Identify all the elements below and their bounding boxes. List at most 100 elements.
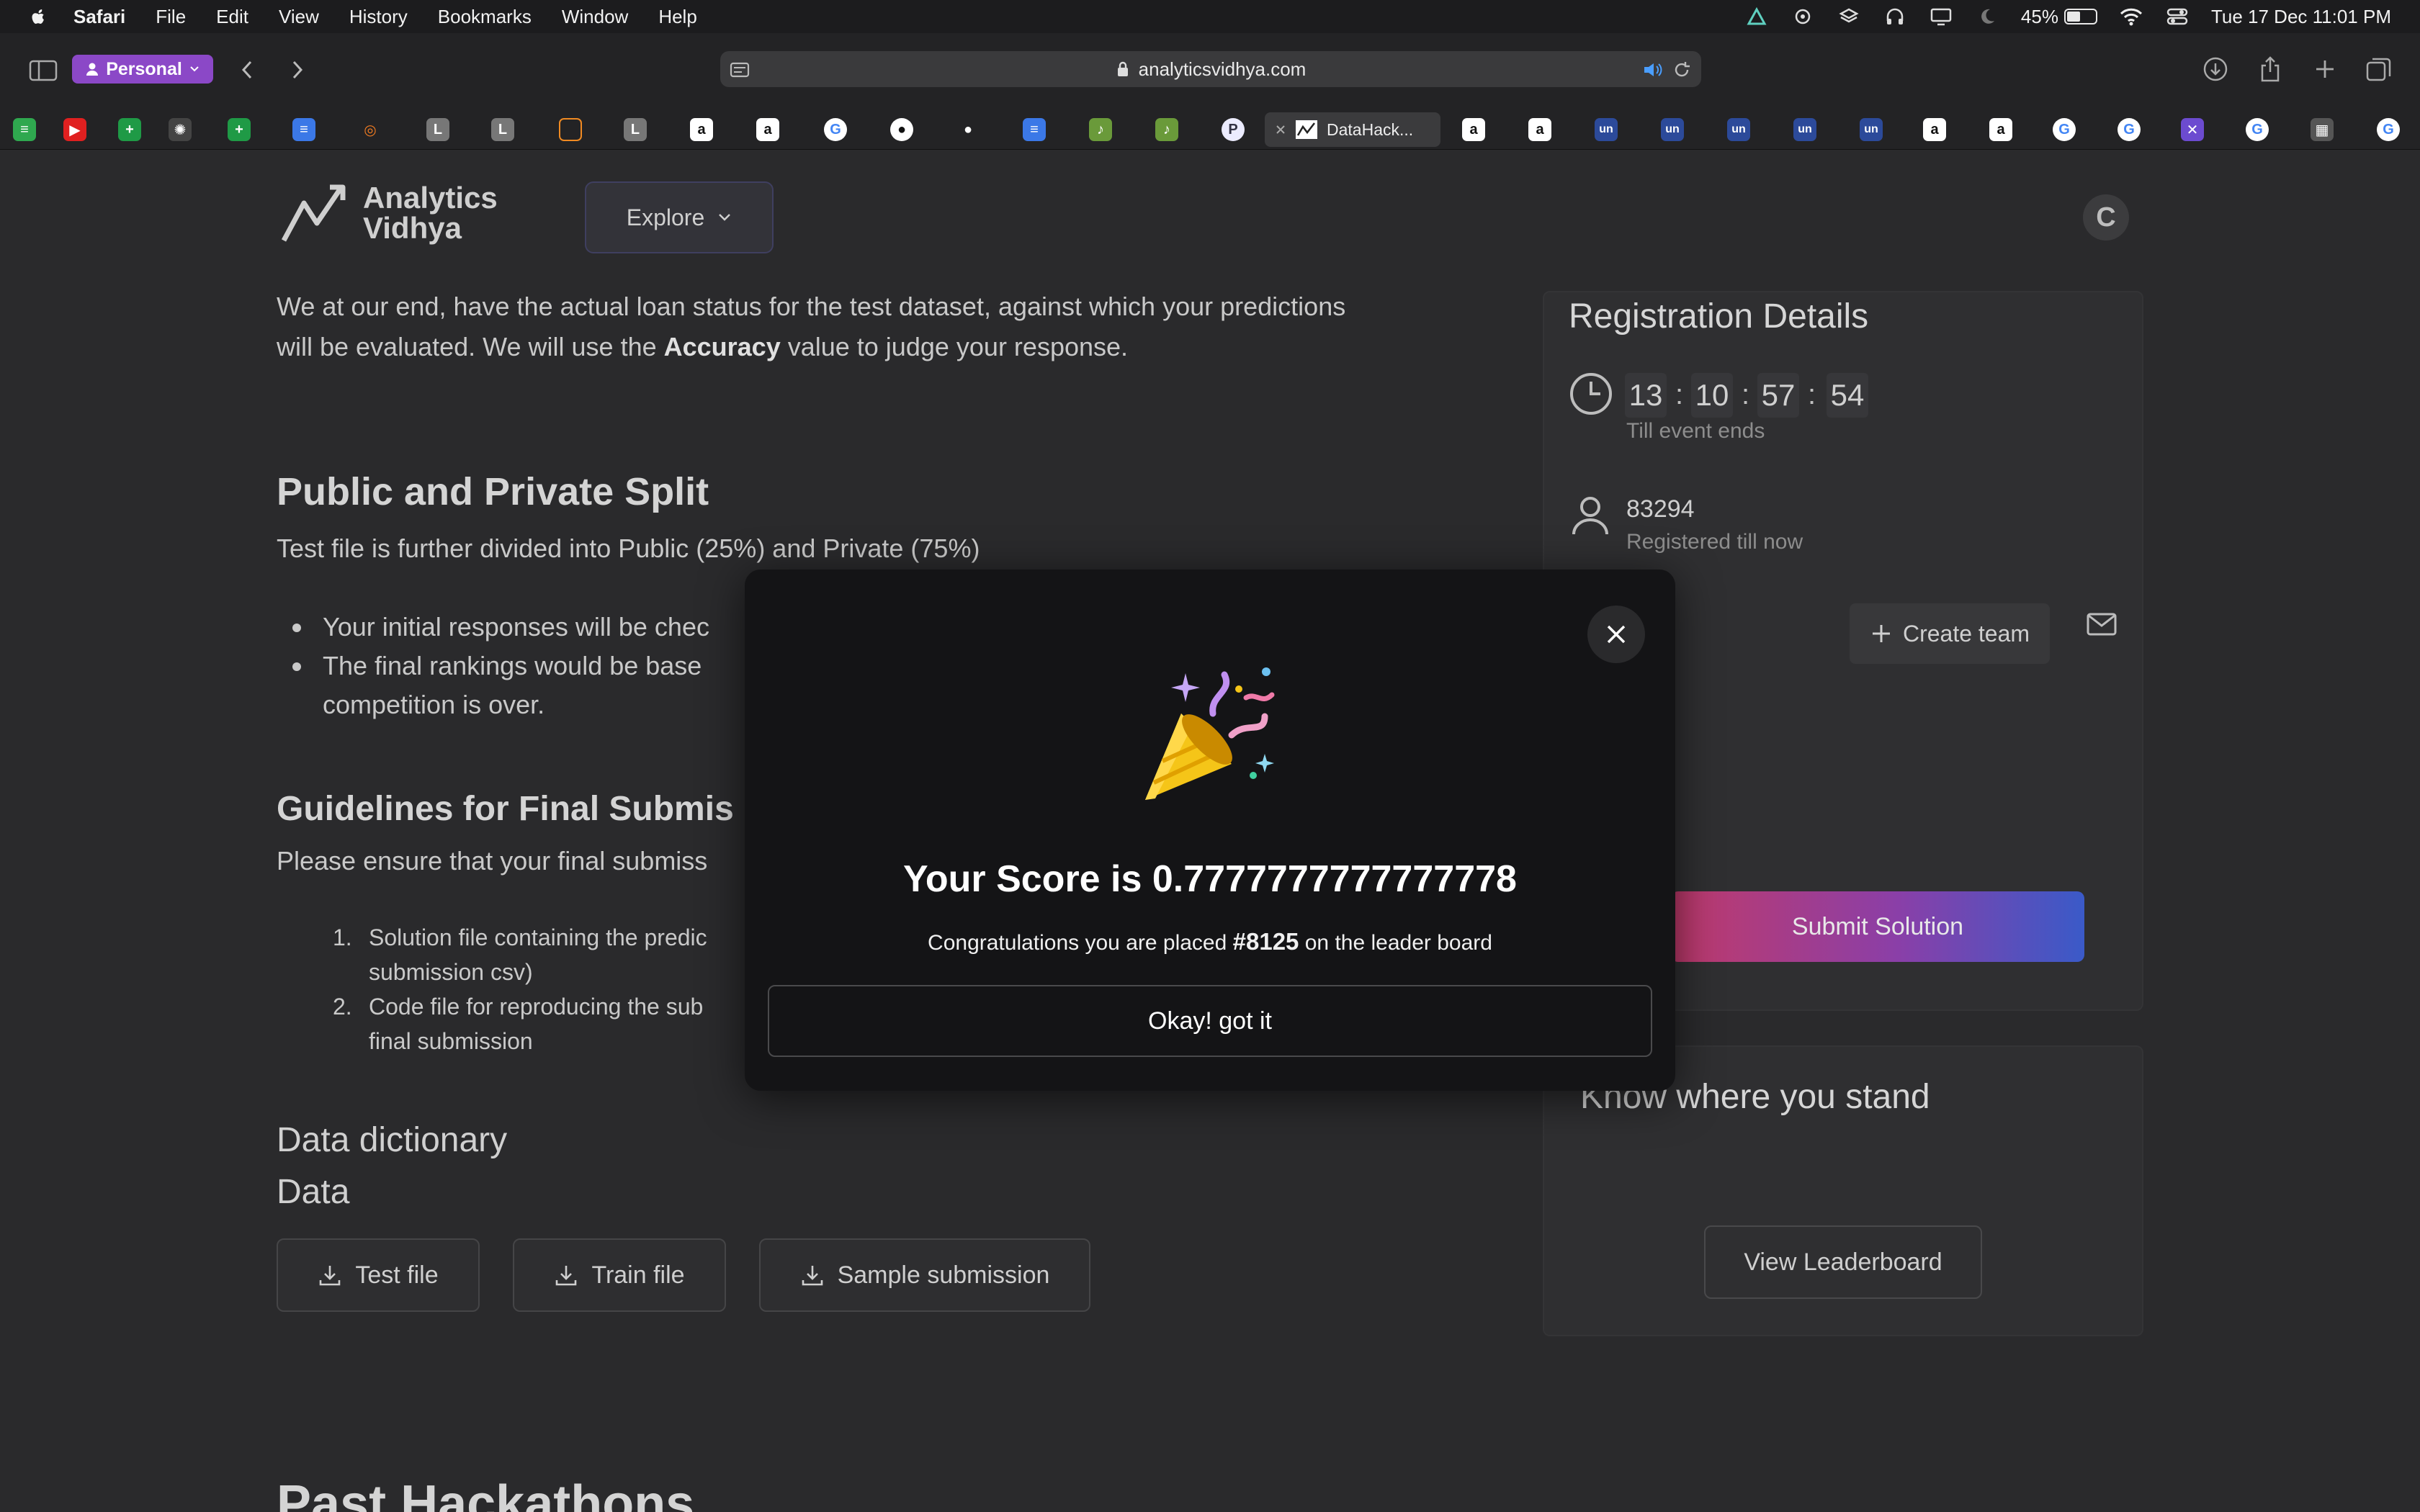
sample-submission-download-button[interactable]: Sample submission (759, 1238, 1090, 1312)
p-tab-icon[interactable]: P (1222, 118, 1245, 141)
reload-icon[interactable] (1672, 60, 1691, 79)
share-icon[interactable] (2257, 55, 2283, 84)
explore-dropdown[interactable]: Explore (585, 181, 774, 253)
new-tab-icon[interactable] (2312, 56, 2338, 82)
congrats-suffix: on the leader board (1299, 931, 1492, 955)
music-tab-icon[interactable]: ♪ (1155, 118, 1178, 141)
downloads-icon[interactable] (2202, 56, 2228, 82)
registration-title: Registration Details (1569, 297, 1869, 336)
tab-icon-l[interactable]: L (624, 118, 647, 141)
codechef-tab-icon[interactable]: ◎ (359, 118, 382, 141)
menu-bookmarks[interactable]: Bookmarks (438, 6, 532, 28)
google-tab-icon[interactable]: G (2246, 118, 2269, 141)
menu-help[interactable]: Help (658, 6, 696, 28)
download-icon (320, 1266, 341, 1286)
bullet-item-continuation: competition is over. (323, 690, 545, 719)
active-tab[interactable]: DataHack... (1265, 112, 1440, 147)
google-tab-icon[interactable]: G (2053, 118, 2076, 141)
tab-icon-l[interactable]: L (426, 118, 449, 141)
menu-window[interactable]: Window (562, 6, 628, 28)
logo-icon (281, 184, 346, 242)
menu-history[interactable]: History (349, 6, 408, 28)
okay-got-it-button[interactable]: Okay! got it (768, 985, 1652, 1057)
amazon-tab-icon[interactable]: a (1989, 118, 2012, 141)
intro-text-end: value to judge your response. (780, 332, 1129, 361)
score-text: Your Score is 0.7777777777777778 (903, 858, 1517, 900)
unstop-tab-icon[interactable]: un (1793, 118, 1816, 141)
list-number: 1. (333, 924, 352, 950)
browser-toolbar: Personal analyticsvidhya.com (0, 33, 2420, 109)
control-icon[interactable] (1791, 6, 1815, 27)
amazon-tab-icon[interactable]: a (756, 118, 779, 141)
control-center-icon[interactable] (2165, 6, 2190, 27)
data-heading: Data (277, 1173, 350, 1211)
moon-icon[interactable] (1975, 6, 1999, 27)
amazon-tab-icon[interactable]: a (1528, 118, 1551, 141)
clock[interactable]: Tue 17 Dec 11:01 PM (2211, 6, 2391, 28)
tab-icon-l[interactable]: L (491, 118, 514, 141)
amazon-tab-icon[interactable]: a (1462, 118, 1485, 141)
close-icon (1607, 625, 1626, 644)
github-tab-icon[interactable]: ● (890, 118, 913, 141)
profile-label: Personal (106, 58, 182, 79)
view-leaderboard-button[interactable]: View Leaderboard (1704, 1225, 1982, 1299)
sidebar-toggle-icon[interactable] (29, 59, 58, 82)
close-tab-icon[interactable] (1275, 124, 1286, 135)
close-button[interactable] (1587, 606, 1645, 663)
menu-app-safari[interactable]: Safari (73, 6, 125, 28)
page-menu-icon[interactable] (729, 61, 750, 78)
google-tab-icon[interactable]: G (824, 118, 847, 141)
menu-file[interactable]: File (156, 6, 186, 28)
sheets-tab-icon[interactable]: + (118, 118, 141, 141)
file-tab-icon[interactable] (559, 118, 582, 141)
tab-overview-icon[interactable] (2365, 56, 2393, 82)
test-file-download-button[interactable]: Test file (277, 1238, 480, 1312)
submit-solution-button[interactable]: Submit Solution (1671, 891, 2084, 962)
battery-indicator[interactable]: 45% (2021, 6, 2097, 28)
sheets-tab-icon[interactable]: + (228, 118, 251, 141)
active-tab-title: DataHack... (1327, 120, 1414, 139)
avatar[interactable]: C (2083, 194, 2129, 240)
timer-separator: : (1742, 379, 1750, 410)
registered-label: Registered till now (1626, 530, 1803, 554)
apple-logo-icon[interactable] (27, 6, 49, 27)
google-tab-icon[interactable]: G (2377, 118, 2400, 141)
music-tab-icon[interactable]: ♪ (1089, 118, 1112, 141)
timer-label: Till event ends (1626, 419, 1765, 443)
unstop-tab-icon[interactable]: un (1661, 118, 1684, 141)
back-icon[interactable] (236, 58, 258, 82)
unstop-tab-icon[interactable]: un (1727, 118, 1750, 141)
sheets-tab-icon[interactable]: ≡ (13, 118, 36, 141)
layers-icon[interactable] (1837, 6, 1861, 27)
docs-tab-icon[interactable]: ≡ (1023, 118, 1046, 141)
google-tab-icon[interactable]: G (2118, 118, 2141, 141)
train-file-download-button[interactable]: Train file (513, 1238, 726, 1312)
leaderboard-rank: #8125 (1232, 928, 1299, 955)
amazon-tab-icon[interactable]: a (1923, 118, 1946, 141)
timer-hours: 10 (1691, 373, 1733, 418)
profile-button[interactable]: Personal (72, 55, 213, 84)
menu-view[interactable]: View (279, 6, 319, 28)
address-bar[interactable]: analyticsvidhya.com (720, 51, 1701, 87)
mail-icon[interactable] (2086, 612, 2118, 636)
tab-bar: ≡ ▶ + ✺ + ≡ ◎ L L L a a G ● ● ≡ ♪ ♪ P Da… (0, 109, 2420, 150)
create-team-button[interactable]: Create team (1850, 603, 2050, 664)
forward-icon[interactable] (287, 58, 308, 82)
amazon-tab-icon[interactable]: a (690, 118, 713, 141)
app-tab-icon[interactable]: ✕ (2181, 118, 2204, 141)
wifi-icon[interactable] (2119, 6, 2143, 27)
openai-tab-icon[interactable]: ✺ (169, 118, 192, 141)
speaker-icon[interactable] (1642, 61, 1664, 78)
unstop-tab-icon[interactable]: un (1595, 118, 1618, 141)
analytics-vidhya-logo[interactable]: Analytics Vidhya (279, 179, 498, 248)
menu-edit[interactable]: Edit (216, 6, 248, 28)
unstop-tab-icon[interactable]: un (1860, 118, 1883, 141)
headphones-icon[interactable] (1883, 6, 1907, 27)
github-tab-icon[interactable]: ● (956, 118, 980, 141)
youtube-tab-icon[interactable]: ▶ (63, 118, 86, 141)
app-tab-icon[interactable]: ▦ (2311, 118, 2334, 141)
docs-tab-icon[interactable]: ≡ (292, 118, 315, 141)
list-item: 2. Code file for reproducing the sub final… (277, 989, 707, 1058)
display-icon[interactable] (1929, 6, 1953, 27)
app-status-icon[interactable] (1744, 6, 1769, 27)
